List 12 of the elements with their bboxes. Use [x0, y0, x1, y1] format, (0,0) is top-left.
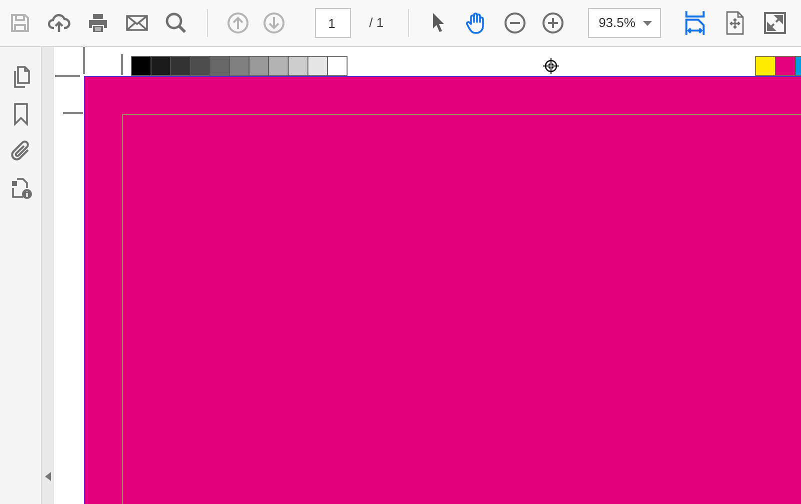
- zoom-out-icon: [502, 11, 527, 35]
- caret-icon: [642, 20, 652, 26]
- page-number-field[interactable]: 1: [315, 8, 352, 38]
- crop-mark: [62, 112, 84, 114]
- page-count: / 1: [369, 14, 384, 32]
- registration-mark: [542, 58, 560, 74]
- zoom-dropdown[interactable]: 93.5%: [588, 8, 661, 38]
- collapse-panel-button[interactable]: [44, 470, 52, 482]
- fullscreen-icon: [763, 11, 788, 35]
- search-icon: [164, 11, 188, 35]
- zoom-in-icon: [540, 11, 565, 35]
- cloud-upload-icon: [47, 11, 72, 35]
